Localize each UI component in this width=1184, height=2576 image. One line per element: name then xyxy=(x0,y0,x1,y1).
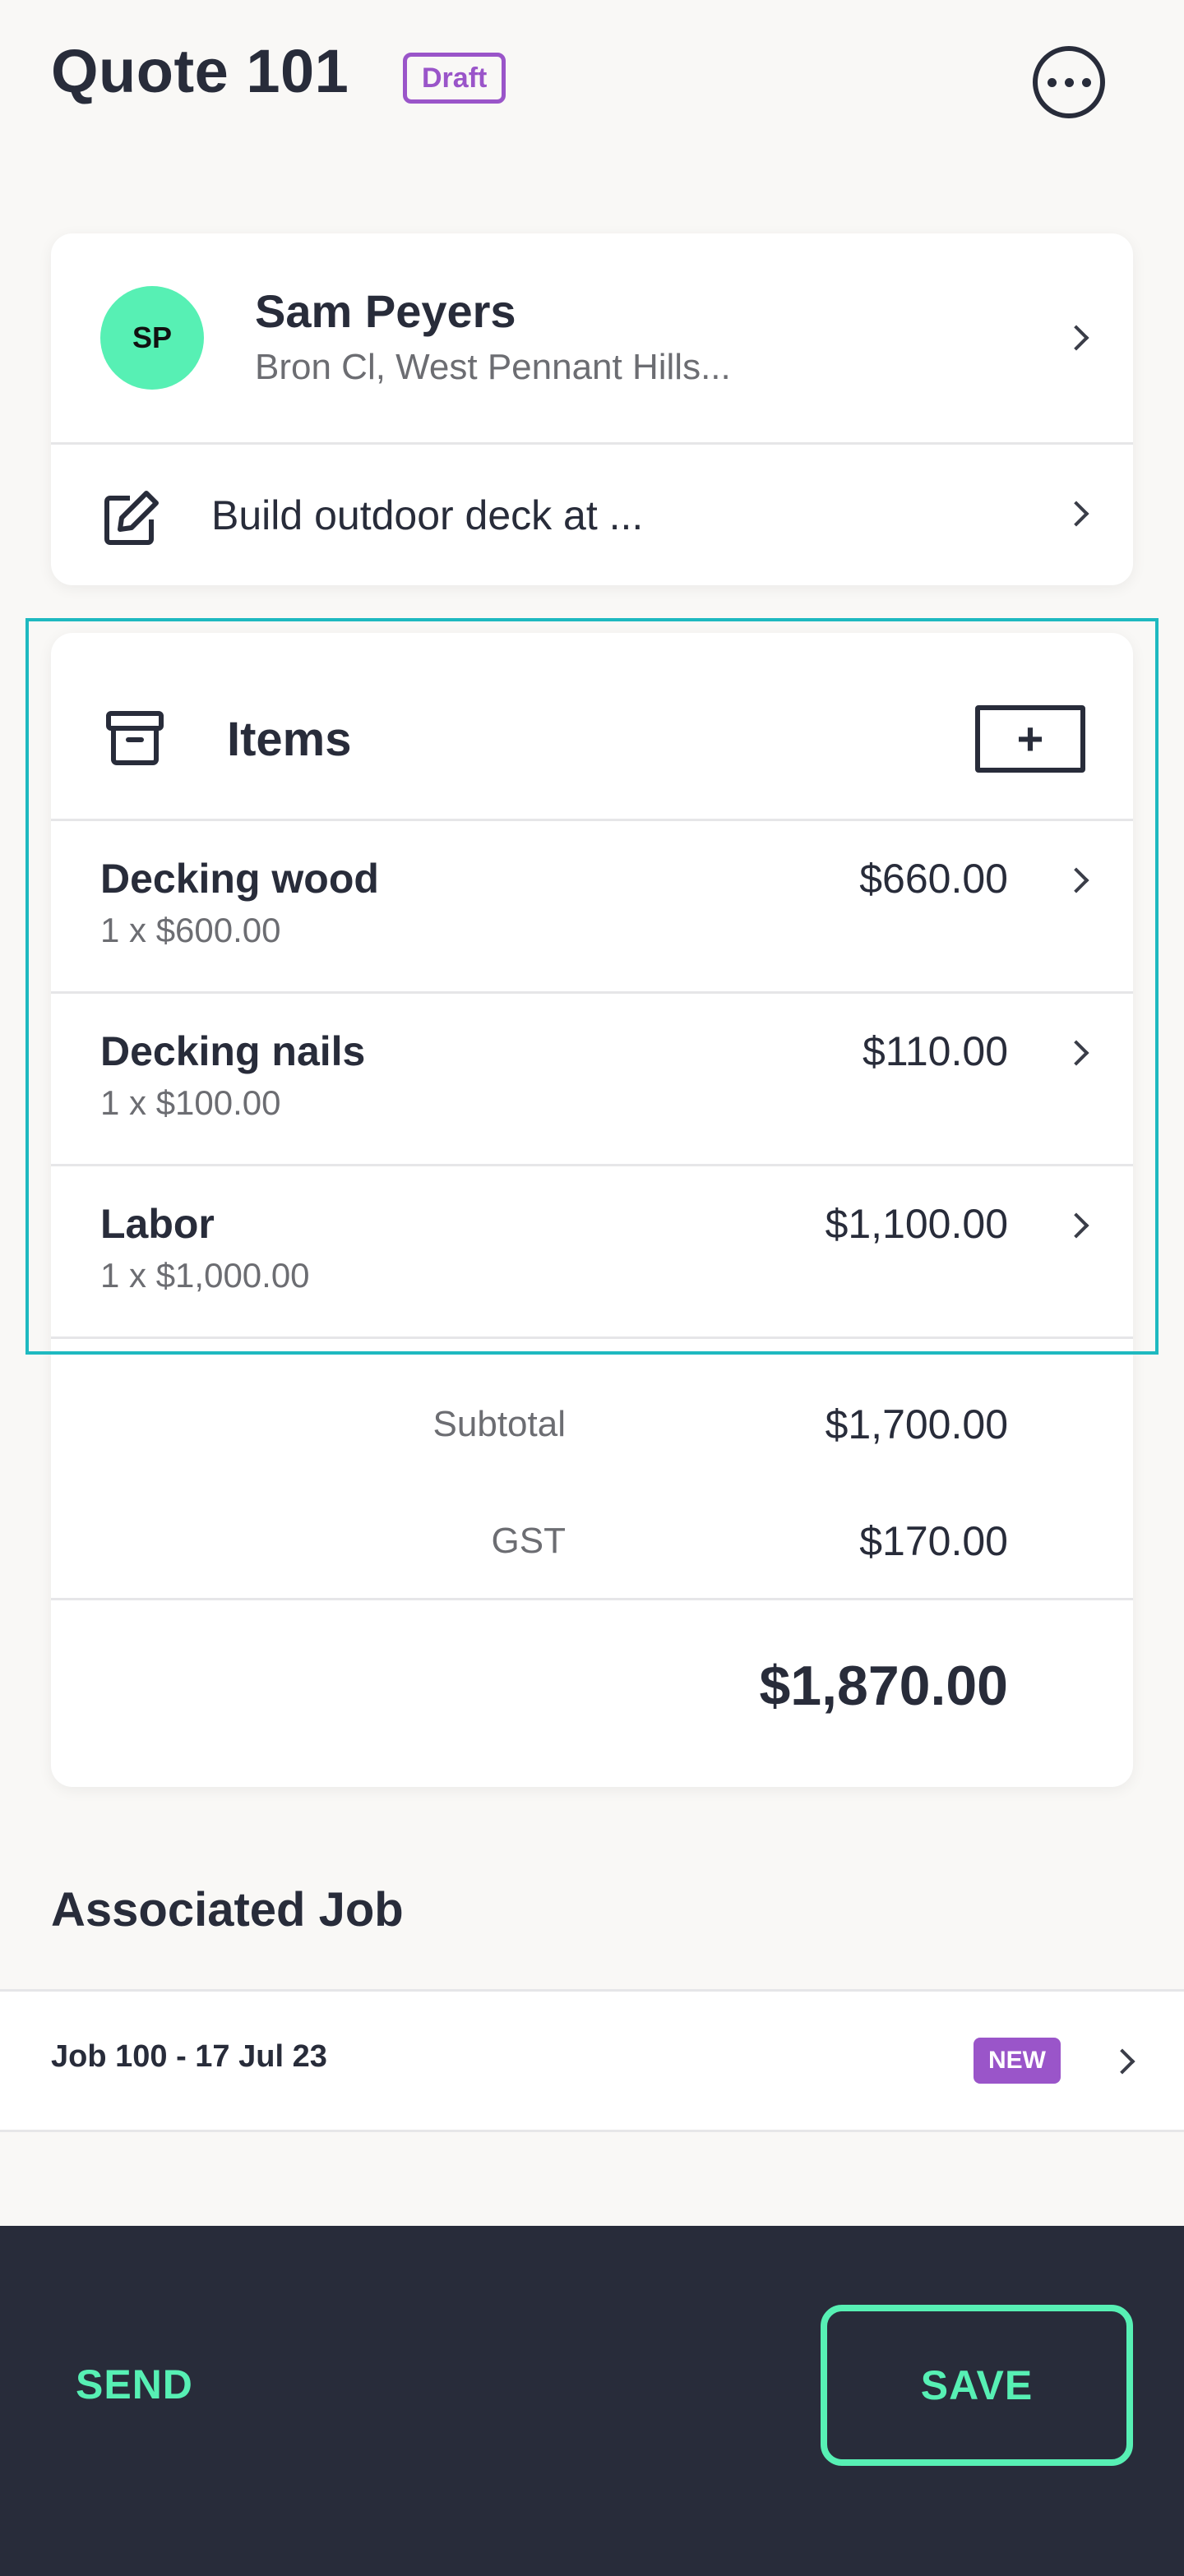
edit-icon xyxy=(104,491,159,545)
client-name: Sam Peyers xyxy=(255,285,516,337)
divider xyxy=(51,1598,1133,1600)
associated-job-row[interactable]: Job 100 - 17 Jul 23 NEW xyxy=(0,1989,1184,2132)
save-button[interactable]: SAVE xyxy=(821,2305,1133,2466)
page-header: Quote 101 Draft xyxy=(0,0,1184,156)
associated-job-label: Job 100 - 17 Jul 23 xyxy=(51,2039,327,2074)
client-row[interactable]: SP Sam Peyers Bron Cl, West Pennant Hill… xyxy=(51,233,1133,444)
quote-page: Quote 101 Draft SP Sam Peyers Bron Cl, W… xyxy=(0,0,1184,2576)
job-description-row[interactable]: Build outdoor deck at ... xyxy=(51,444,1133,585)
chevron-right-icon xyxy=(1109,2048,1135,2075)
page-title: Quote 101 xyxy=(51,37,349,105)
associated-job-title: Associated Job xyxy=(51,1883,404,1937)
send-button[interactable]: SEND xyxy=(76,2361,193,2408)
status-badge: Draft xyxy=(403,53,506,104)
client-card: SP Sam Peyers Bron Cl, West Pennant Hill… xyxy=(51,233,1133,585)
more-options-icon-dot xyxy=(1081,77,1091,87)
job-description: Build outdoor deck at ... xyxy=(211,492,644,538)
chevron-right-icon xyxy=(1063,325,1089,351)
bottom-action-bar: SEND SAVE xyxy=(0,2226,1184,2576)
total-value: $1,870.00 xyxy=(759,1655,1008,1717)
more-options-icon-dot xyxy=(1064,77,1074,87)
tax-value: $170.00 xyxy=(859,1518,1008,1564)
tax-label: GST xyxy=(491,1521,566,1561)
chevron-right-icon xyxy=(1063,501,1089,527)
new-badge: NEW xyxy=(974,2038,1061,2084)
more-options-button[interactable] xyxy=(1033,46,1105,118)
items-highlight-outline xyxy=(25,618,1159,1355)
subtotal-label: Subtotal xyxy=(432,1404,566,1444)
subtotal-value: $1,700.00 xyxy=(825,1401,1008,1447)
client-address: Bron Cl, West Pennant Hills... xyxy=(255,347,731,387)
avatar: SP xyxy=(100,286,204,390)
more-options-icon xyxy=(1047,77,1057,87)
